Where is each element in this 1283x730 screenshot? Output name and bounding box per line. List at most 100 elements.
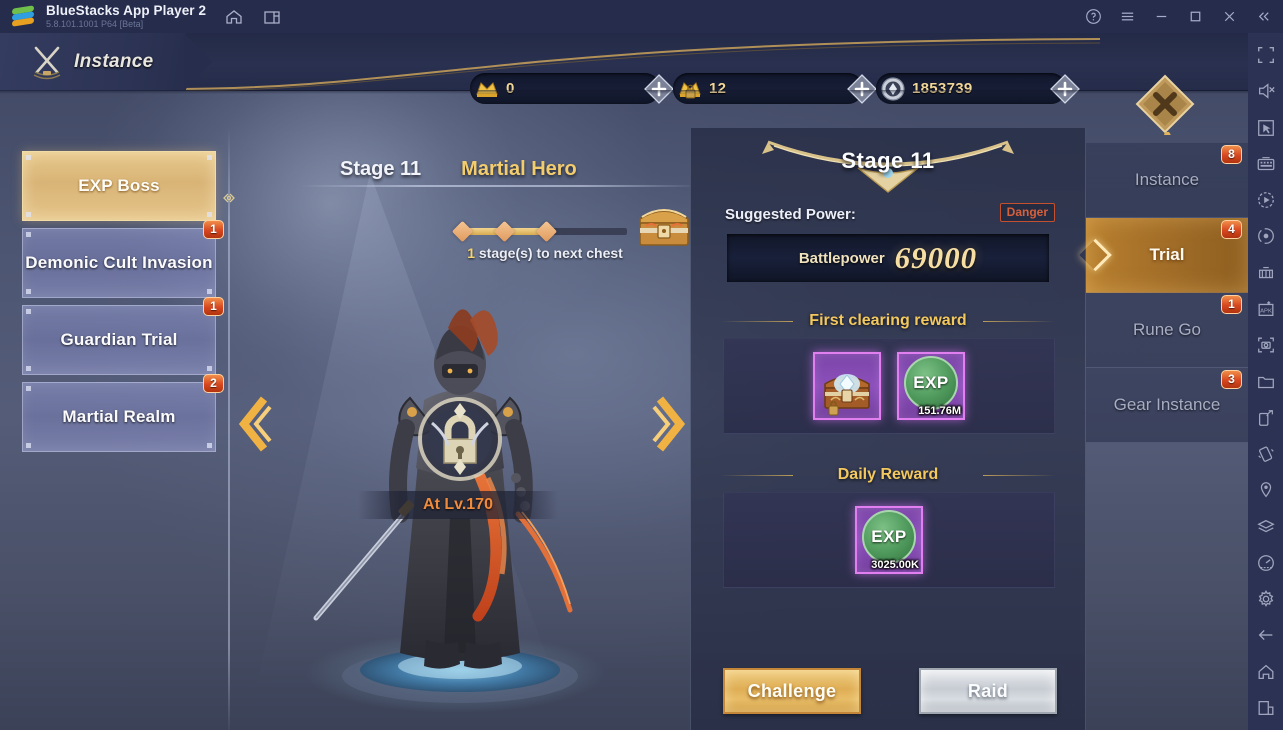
add-silver-button[interactable] xyxy=(1050,73,1080,104)
menu-item-martial-realm[interactable]: Martial Realm 2 xyxy=(22,374,224,452)
currency-silver[interactable]: 1853739 xyxy=(876,73,1080,104)
title-text-group: BlueStacks App Player 2 5.8.101.1001 P64… xyxy=(46,3,206,30)
chest-note-count: 1 xyxy=(467,245,475,261)
nav-item-rune-go[interactable]: Rune Go 1 xyxy=(1086,293,1248,368)
install-apk-icon[interactable]: APK xyxy=(1251,295,1281,323)
bluestacks-logo-icon xyxy=(12,4,34,28)
stage-number: Stage 11 xyxy=(340,157,422,180)
gold-ingot-icon xyxy=(476,81,498,97)
maximize-icon[interactable] xyxy=(1179,0,1211,33)
first-clearing-reward-box: EXP 151.76M xyxy=(723,338,1055,434)
currency-locked-gold-value: 12 xyxy=(709,80,727,97)
daily-reward-title: Daily Reward xyxy=(691,466,1085,484)
keyboard-icon[interactable] xyxy=(1251,150,1281,178)
instance-tab-label: Instance xyxy=(74,51,154,72)
title-bar: BlueStacks App Player 2 5.8.101.1001 P64… xyxy=(0,0,1283,33)
game-viewport: Instance 0 12 1853739 EXP Boss Demonic C… xyxy=(0,33,1248,730)
cursor-icon[interactable] xyxy=(1251,114,1281,142)
stage-underline xyxy=(300,185,700,187)
right-nav: Instance 8 Trial 4 Rune Go 1 Gear Instan… xyxy=(1086,143,1248,443)
svg-text:APK: APK xyxy=(1260,309,1272,315)
menu-item-exp-boss[interactable]: EXP Boss xyxy=(22,151,216,221)
panel-stage-title: Stage 11 xyxy=(841,148,935,173)
stage-info-panel: Stage 11 Suggested Power: Danger Battlep… xyxy=(690,128,1086,730)
back-icon[interactable] xyxy=(1251,621,1281,649)
menu-item-label: Guardian Trial xyxy=(60,330,178,349)
menu-item-demonic-cult-invasion[interactable]: Demonic Cult Invasion 1 xyxy=(22,220,224,298)
close-icon[interactable] xyxy=(1213,0,1245,33)
silver-coin-icon xyxy=(881,76,905,101)
menu-item-label: EXP Boss xyxy=(78,176,160,195)
home-icon[interactable] xyxy=(224,7,244,27)
battlepower-value: 69000 xyxy=(894,240,978,275)
layers-icon[interactable] xyxy=(1251,512,1281,540)
stage-header: Stage 11 Martial Hero xyxy=(340,153,670,185)
daily-reward-box: EXP 3025.00K xyxy=(723,492,1055,588)
reward-item-treasure-chest[interactable] xyxy=(813,352,881,420)
multi-instance-manager-icon[interactable] xyxy=(1251,259,1281,287)
settings-icon[interactable] xyxy=(1251,585,1281,613)
raid-button[interactable]: Raid xyxy=(919,668,1057,714)
currency-gold-ingot[interactable]: 0 xyxy=(470,73,674,104)
currency-locked-gold[interactable]: 12 xyxy=(673,73,877,104)
reward-item-qty: 3025.00K xyxy=(871,559,919,571)
level-requirement-ribbon: At Lv.170 xyxy=(358,491,558,519)
help-icon[interactable] xyxy=(1077,0,1109,33)
media-folder-icon[interactable] xyxy=(1251,367,1281,395)
fullscreen-icon[interactable] xyxy=(1251,41,1281,69)
currency-row: 0 12 1853739 xyxy=(470,73,1080,104)
chest-note-text: stage(s) to next chest xyxy=(478,245,623,261)
collapse-handle-icon xyxy=(223,193,235,203)
next-stage-arrow[interactable] xyxy=(652,393,688,455)
close-diamond-icon[interactable] xyxy=(1134,73,1196,135)
menu-item-guardian-trial[interactable]: Guardian Trial 1 xyxy=(22,297,224,375)
collapse-icon[interactable] xyxy=(1247,0,1279,33)
minimize-icon[interactable] xyxy=(1145,0,1177,33)
add-locked-gold-button[interactable] xyxy=(847,73,877,104)
nav-item-label: Rune Go xyxy=(1132,320,1202,339)
nav-item-badge: 1 xyxy=(1221,295,1242,314)
daily-reward-item-exp-orb[interactable]: EXP 3025.00K xyxy=(855,506,923,574)
screenshot-icon[interactable] xyxy=(1251,331,1281,359)
recents-icon[interactable] xyxy=(1251,694,1281,722)
chest-progress-bar xyxy=(451,220,630,243)
suggested-power-label: Suggested Power: xyxy=(725,206,856,223)
raid-button-label: Raid xyxy=(967,680,1009,701)
progress-node xyxy=(493,220,516,243)
menu-item-badge: 2 xyxy=(203,374,224,393)
menu-item-badge: 1 xyxy=(203,297,224,316)
game-header-bar: Instance 0 12 1853739 xyxy=(0,33,1248,104)
macro-play-icon[interactable] xyxy=(1251,186,1281,214)
nav-item-label: Gear Instance xyxy=(1113,395,1221,414)
progress-node xyxy=(451,220,474,243)
nav-item-trial[interactable]: Trial 4 xyxy=(1086,218,1248,293)
level-requirement-text: At Lv.170 xyxy=(423,496,493,513)
shake-icon[interactable] xyxy=(1251,440,1281,468)
mute-icon[interactable] xyxy=(1251,77,1281,105)
currency-gold-value: 0 xyxy=(506,80,515,97)
exp-orb-label: EXP xyxy=(871,527,907,547)
collapse-menu-handle[interactable] xyxy=(220,183,238,213)
bluestacks-window: BlueStacks App Player 2 5.8.101.1001 P64… xyxy=(0,0,1283,730)
location-icon[interactable] xyxy=(1251,476,1281,504)
previous-stage-arrow[interactable] xyxy=(236,393,272,455)
treasure-chest-item-icon xyxy=(824,374,870,416)
locked-gold-ingot-icon xyxy=(679,81,701,98)
instance-tab[interactable]: Instance xyxy=(0,33,212,91)
rotate-icon[interactable] xyxy=(1251,404,1281,432)
menu-icon[interactable] xyxy=(1111,0,1143,33)
challenge-button[interactable]: Challenge xyxy=(723,668,861,714)
nav-item-gear-instance[interactable]: Gear Instance 3 xyxy=(1086,368,1248,443)
crossed-swords-icon xyxy=(33,46,61,80)
home-icon[interactable] xyxy=(1251,658,1281,686)
performance-icon[interactable] xyxy=(1251,549,1281,577)
record-icon[interactable] xyxy=(1251,222,1281,250)
chest-progress-note: 1 stage(s) to next chest xyxy=(420,245,670,261)
left-menu: EXP Boss Demonic Cult Invasion 1 Guardia… xyxy=(22,151,224,459)
app-version: 5.8.101.1001 P64 [Beta] xyxy=(46,18,144,29)
nav-item-instance[interactable]: Instance 8 xyxy=(1086,143,1248,218)
multi-instance-icon[interactable] xyxy=(262,7,282,27)
bluestacks-sidebar: APK xyxy=(1248,33,1283,730)
add-gold-button[interactable] xyxy=(644,73,674,104)
reward-item-exp-orb[interactable]: EXP 151.76M xyxy=(897,352,965,420)
